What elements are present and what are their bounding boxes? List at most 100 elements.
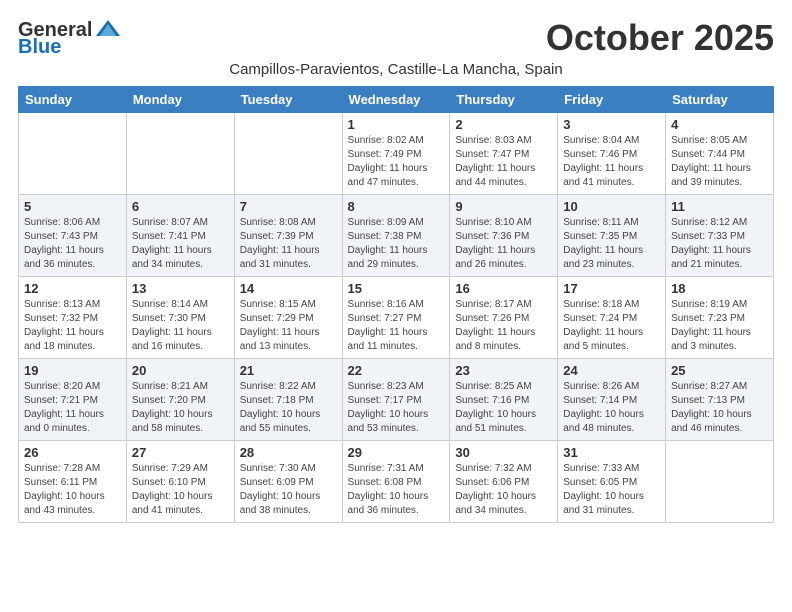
location-title: Campillos-Paravientos, Castille-La Manch… bbox=[18, 61, 774, 78]
day-number: 27 bbox=[132, 445, 229, 460]
header-sunday: Sunday bbox=[19, 87, 127, 113]
calendar-cell: 31Sunrise: 7:33 AM Sunset: 6:05 PM Dayli… bbox=[558, 441, 666, 523]
day-info: Sunrise: 8:21 AM Sunset: 7:20 PM Dayligh… bbox=[132, 380, 229, 436]
logo-icon bbox=[94, 18, 122, 40]
logo-blue-text: Blue bbox=[18, 36, 61, 59]
calendar-cell: 15Sunrise: 8:16 AM Sunset: 7:27 PM Dayli… bbox=[342, 277, 450, 359]
day-number: 11 bbox=[671, 199, 768, 214]
header-monday: Monday bbox=[126, 87, 234, 113]
calendar-cell: 4 Sunrise: 8:05 AM Sunset: 7:44 PM Daylig… bbox=[666, 113, 774, 195]
calendar-cell: 22 Sunrise: 8:23 AM Sunset: 7:17 PM Dayli… bbox=[342, 359, 450, 441]
day-info: Sunrise: 8:27 AM Sunset: 7:13 PM Dayligh… bbox=[671, 380, 768, 436]
calendar-cell: 1 Sunrise: 8:02 AM Sunset: 7:49 PM Daylig… bbox=[342, 113, 450, 195]
day-number: 30 bbox=[455, 445, 552, 460]
calendar-cell: 12 Sunrise: 8:13 AM Sunset: 7:32 PM Dayli… bbox=[19, 277, 127, 359]
calendar-cell: 11 Sunrise: 8:12 AM Sunset: 7:33 PM Dayli… bbox=[666, 195, 774, 277]
day-info: Sunrise: 8:03 AM Sunset: 7:47 PM Dayligh… bbox=[455, 134, 552, 190]
header-saturday: Saturday bbox=[666, 87, 774, 113]
header-wednesday: Wednesday bbox=[342, 87, 450, 113]
week-row-1: 1 Sunrise: 8:02 AM Sunset: 7:49 PM Daylig… bbox=[19, 113, 774, 195]
day-number: 29 bbox=[348, 445, 445, 460]
day-number: 9 bbox=[455, 199, 552, 214]
calendar-cell: 25Sunrise: 8:27 AM Sunset: 7:13 PM Dayli… bbox=[666, 359, 774, 441]
day-info: Sunrise: 8:17 AM Sunset: 7:26 PM Dayligh… bbox=[455, 298, 552, 354]
calendar-cell: 5 Sunrise: 8:06 AM Sunset: 7:43 PM Daylig… bbox=[19, 195, 127, 277]
calendar-cell: 7 Sunrise: 8:08 AM Sunset: 7:39 PM Daylig… bbox=[234, 195, 342, 277]
week-row-2: 5 Sunrise: 8:06 AM Sunset: 7:43 PM Daylig… bbox=[19, 195, 774, 277]
header-friday: Friday bbox=[558, 87, 666, 113]
calendar-cell: 21 Sunrise: 8:22 AM Sunset: 7:18 PM Dayli… bbox=[234, 359, 342, 441]
month-title: October 2025 bbox=[546, 18, 774, 58]
calendar-cell: 19 Sunrise: 8:20 AM Sunset: 7:21 PM Dayli… bbox=[19, 359, 127, 441]
day-number: 2 bbox=[455, 117, 552, 132]
calendar-cell: 3 Sunrise: 8:04 AM Sunset: 7:46 PM Daylig… bbox=[558, 113, 666, 195]
day-info: Sunrise: 8:23 AM Sunset: 7:17 PM Dayligh… bbox=[348, 380, 445, 436]
calendar-cell: 23Sunrise: 8:25 AM Sunset: 7:16 PM Dayli… bbox=[450, 359, 558, 441]
day-number: 1 bbox=[348, 117, 445, 132]
day-info: Sunrise: 7:28 AM Sunset: 6:11 PM Dayligh… bbox=[24, 462, 121, 518]
day-info: Sunrise: 8:20 AM Sunset: 7:21 PM Dayligh… bbox=[24, 380, 121, 436]
day-number: 24 bbox=[563, 363, 660, 378]
weekday-header-row: Sunday Monday Tuesday Wednesday Thursday… bbox=[19, 87, 774, 113]
day-info: Sunrise: 8:26 AM Sunset: 7:14 PM Dayligh… bbox=[563, 380, 660, 436]
day-info: Sunrise: 8:22 AM Sunset: 7:18 PM Dayligh… bbox=[240, 380, 337, 436]
calendar-cell: 27 Sunrise: 7:29 AM Sunset: 6:10 PM Dayli… bbox=[126, 441, 234, 523]
day-info: Sunrise: 8:06 AM Sunset: 7:43 PM Dayligh… bbox=[24, 216, 121, 272]
day-info: Sunrise: 8:19 AM Sunset: 7:23 PM Dayligh… bbox=[671, 298, 768, 354]
week-row-3: 12 Sunrise: 8:13 AM Sunset: 7:32 PM Dayli… bbox=[19, 277, 774, 359]
calendar-cell: 2 Sunrise: 8:03 AM Sunset: 7:47 PM Daylig… bbox=[450, 113, 558, 195]
day-info: Sunrise: 8:11 AM Sunset: 7:35 PM Dayligh… bbox=[563, 216, 660, 272]
day-info: Sunrise: 8:05 AM Sunset: 7:44 PM Dayligh… bbox=[671, 134, 768, 190]
calendar-cell: 24 Sunrise: 8:26 AM Sunset: 7:14 PM Dayli… bbox=[558, 359, 666, 441]
calendar-cell: 30Sunrise: 7:32 AM Sunset: 6:06 PM Dayli… bbox=[450, 441, 558, 523]
day-number: 21 bbox=[240, 363, 337, 378]
day-info: Sunrise: 7:30 AM Sunset: 6:09 PM Dayligh… bbox=[240, 462, 337, 518]
day-number: 31 bbox=[563, 445, 660, 460]
day-info: Sunrise: 8:13 AM Sunset: 7:32 PM Dayligh… bbox=[24, 298, 121, 354]
day-info: Sunrise: 8:07 AM Sunset: 7:41 PM Dayligh… bbox=[132, 216, 229, 272]
day-info: Sunrise: 8:02 AM Sunset: 7:49 PM Dayligh… bbox=[348, 134, 445, 190]
calendar-cell bbox=[666, 441, 774, 523]
day-number: 18 bbox=[671, 281, 768, 296]
calendar-cell: 17Sunrise: 8:18 AM Sunset: 7:24 PM Dayli… bbox=[558, 277, 666, 359]
day-number: 8 bbox=[348, 199, 445, 214]
header-tuesday: Tuesday bbox=[234, 87, 342, 113]
day-number: 23 bbox=[455, 363, 552, 378]
header: General Blue October 2025 bbox=[18, 18, 774, 59]
day-number: 3 bbox=[563, 117, 660, 132]
calendar-cell: 6 Sunrise: 8:07 AM Sunset: 7:41 PM Daylig… bbox=[126, 195, 234, 277]
calendar-table: Sunday Monday Tuesday Wednesday Thursday… bbox=[18, 86, 774, 523]
week-row-4: 19 Sunrise: 8:20 AM Sunset: 7:21 PM Dayli… bbox=[19, 359, 774, 441]
calendar-page: General Blue October 2025 Campillos-Para… bbox=[0, 0, 792, 541]
day-info: Sunrise: 8:04 AM Sunset: 7:46 PM Dayligh… bbox=[563, 134, 660, 190]
day-info: Sunrise: 8:15 AM Sunset: 7:29 PM Dayligh… bbox=[240, 298, 337, 354]
day-number: 5 bbox=[24, 199, 121, 214]
day-info: Sunrise: 8:12 AM Sunset: 7:33 PM Dayligh… bbox=[671, 216, 768, 272]
day-info: Sunrise: 7:31 AM Sunset: 6:08 PM Dayligh… bbox=[348, 462, 445, 518]
calendar-cell: 16 Sunrise: 8:17 AM Sunset: 7:26 PM Dayli… bbox=[450, 277, 558, 359]
day-number: 15 bbox=[348, 281, 445, 296]
day-number: 14 bbox=[240, 281, 337, 296]
day-number: 20 bbox=[132, 363, 229, 378]
calendar-cell: 26 Sunrise: 7:28 AM Sunset: 6:11 PM Dayli… bbox=[19, 441, 127, 523]
day-number: 12 bbox=[24, 281, 121, 296]
day-number: 7 bbox=[240, 199, 337, 214]
calendar-cell bbox=[19, 113, 127, 195]
calendar-cell: 29 Sunrise: 7:31 AM Sunset: 6:08 PM Dayli… bbox=[342, 441, 450, 523]
day-number: 26 bbox=[24, 445, 121, 460]
calendar-cell: 8 Sunrise: 8:09 AM Sunset: 7:38 PM Daylig… bbox=[342, 195, 450, 277]
calendar-cell bbox=[126, 113, 234, 195]
day-number: 22 bbox=[348, 363, 445, 378]
header-thursday: Thursday bbox=[450, 87, 558, 113]
day-info: Sunrise: 8:08 AM Sunset: 7:39 PM Dayligh… bbox=[240, 216, 337, 272]
day-number: 6 bbox=[132, 199, 229, 214]
day-number: 19 bbox=[24, 363, 121, 378]
day-info: Sunrise: 7:29 AM Sunset: 6:10 PM Dayligh… bbox=[132, 462, 229, 518]
calendar-cell: 13Sunrise: 8:14 AM Sunset: 7:30 PM Dayli… bbox=[126, 277, 234, 359]
calendar-cell: 20 Sunrise: 8:21 AM Sunset: 7:20 PM Dayli… bbox=[126, 359, 234, 441]
day-number: 16 bbox=[455, 281, 552, 296]
day-number: 4 bbox=[671, 117, 768, 132]
calendar-cell: 9Sunrise: 8:10 AM Sunset: 7:36 PM Daylig… bbox=[450, 195, 558, 277]
day-info: Sunrise: 8:09 AM Sunset: 7:38 PM Dayligh… bbox=[348, 216, 445, 272]
day-number: 10 bbox=[563, 199, 660, 214]
